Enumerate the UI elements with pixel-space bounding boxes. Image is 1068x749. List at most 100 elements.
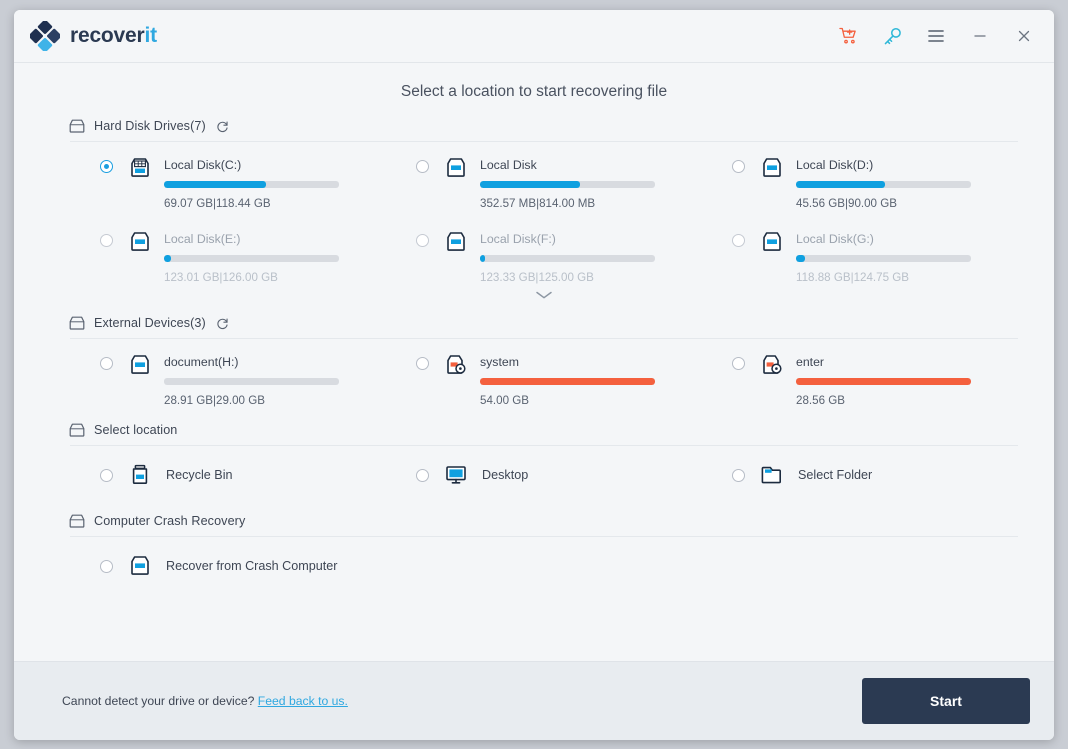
drive-icon <box>127 554 153 578</box>
recoverit-window: recoverit <box>14 10 1054 740</box>
feedback-link[interactable]: Feed back to us. <box>258 694 348 708</box>
expand-more-row <box>386 288 702 306</box>
brand-main: recover <box>70 24 145 47</box>
main-content: Select a location to start recovering fi… <box>14 63 1054 661</box>
section-title: Computer Crash Recovery <box>94 514 245 528</box>
folder-icon <box>759 463 785 487</box>
title-bar: recoverit <box>14 10 1054 63</box>
drive-usage-bar <box>164 255 339 262</box>
drive-radio[interactable] <box>732 160 745 173</box>
footer-help-text: Cannot detect your drive or device? Feed… <box>62 694 348 708</box>
drive-usage-fill <box>480 181 580 188</box>
drive-radio[interactable] <box>100 234 113 247</box>
drive-capacity: 69.07 GB|118.44 GB <box>164 197 386 210</box>
location-item-desktop[interactable]: Desktop <box>386 446 702 504</box>
drive-usage-fill <box>480 255 485 262</box>
device-radio[interactable] <box>732 357 745 370</box>
device-radio[interactable] <box>416 357 429 370</box>
drive-usage-fill <box>164 181 266 188</box>
drive-name: Local Disk <box>480 158 702 172</box>
device-usage-fill <box>796 378 971 385</box>
drive-icon <box>759 230 785 254</box>
device-item-enter[interactable]: enter 28.56 GB <box>702 339 1018 413</box>
minimize-icon[interactable] <box>968 24 992 48</box>
device-info: document(H:) 28.91 GB|29.00 GB <box>164 353 386 407</box>
drive-name: Local Disk(E:) <box>164 232 386 246</box>
hdd-icon <box>68 513 86 529</box>
footer-bar: Cannot detect your drive or device? Feed… <box>14 661 1054 740</box>
drive-item-local[interactable]: Local Disk 352.57 MB|814.00 MB <box>386 142 702 216</box>
drive-item-g[interactable]: Local Disk(G:) 118.88 GB|124.75 GB <box>702 216 1018 290</box>
device-name: document(H:) <box>164 355 386 369</box>
chevron-down-icon[interactable] <box>533 288 555 306</box>
menu-icon[interactable] <box>924 24 948 48</box>
device-name: system <box>480 355 702 369</box>
location-name: Desktop <box>482 468 528 482</box>
section-title: External Devices(3) <box>94 316 206 330</box>
device-capacity: 28.91 GB|29.00 GB <box>164 394 386 407</box>
drive-item-e[interactable]: Local Disk(E:) 123.01 GB|126.00 GB <box>70 216 386 290</box>
footer-question: Cannot detect your drive or device? <box>62 694 254 708</box>
drive-capacity: 123.01 GB|126.00 GB <box>164 271 386 284</box>
drive-radio[interactable] <box>732 234 745 247</box>
brand-accent: it <box>145 24 157 47</box>
drive-capacity: 123.33 GB|125.00 GB <box>480 271 702 284</box>
section-hard-disk-drives: Hard Disk Drives(7) <box>70 115 1018 312</box>
device-usage-bar <box>480 378 655 385</box>
app-logo: recoverit <box>22 21 157 51</box>
cart-icon[interactable] <box>836 24 860 48</box>
drive-info: Local Disk(F:) 123.33 GB|125.00 GB <box>480 230 702 284</box>
section-header: Hard Disk Drives(7) <box>68 115 1018 141</box>
page-title: Select a location to start recovering fi… <box>14 63 1054 115</box>
drive-usage-fill <box>796 181 885 188</box>
drive-info: Local Disk(D:) 45.56 GB|90.00 GB <box>796 156 1018 210</box>
titlebar-actions <box>836 24 1040 48</box>
device-usage-bar <box>796 378 971 385</box>
drive-item-c[interactable]: Local Disk(C:) 69.07 GB|118.44 GB <box>70 142 386 216</box>
device-info: enter 28.56 GB <box>796 353 1018 407</box>
drive-radio[interactable] <box>100 160 113 173</box>
drive-capacity: 45.56 GB|90.00 GB <box>796 197 1018 210</box>
refresh-icon[interactable] <box>216 317 229 330</box>
drive-usage-bar <box>480 181 655 188</box>
drive-name: Local Disk(F:) <box>480 232 702 246</box>
drive-info: Local Disk(C:) 69.07 GB|118.44 GB <box>164 156 386 210</box>
recoverit-diamond-icon <box>30 21 60 51</box>
crash-item-recover[interactable]: Recover from Crash Computer <box>70 537 386 595</box>
refresh-icon[interactable] <box>216 120 229 133</box>
drive-usage-bar <box>164 181 339 188</box>
close-icon[interactable] <box>1012 24 1036 48</box>
system-drive-icon <box>127 156 153 180</box>
crash-radio[interactable] <box>100 560 113 573</box>
drive-usage-fill <box>796 255 805 262</box>
start-button[interactable]: Start <box>862 678 1030 724</box>
location-radio[interactable] <box>100 469 113 482</box>
location-radio[interactable] <box>732 469 745 482</box>
drive-radio[interactable] <box>416 160 429 173</box>
device-info: system 54.00 GB <box>480 353 702 407</box>
crash-name: Recover from Crash Computer <box>166 559 337 573</box>
hdd-icon <box>68 422 86 438</box>
location-radio[interactable] <box>416 469 429 482</box>
drive-item-d[interactable]: Local Disk(D:) 45.56 GB|90.00 GB <box>702 142 1018 216</box>
external-disc-icon <box>443 353 469 377</box>
location-grid: Recycle Bin Desktop <box>70 446 1018 504</box>
section-header: External Devices(3) <box>68 312 1018 338</box>
section-crash-recovery: Computer Crash Recovery Recover from Cra… <box>70 510 1018 601</box>
device-usage-fill <box>480 378 655 385</box>
device-item-system[interactable]: system 54.00 GB <box>386 339 702 413</box>
key-icon[interactable] <box>880 24 904 48</box>
location-item-select-folder[interactable]: Select Folder <box>702 446 1018 504</box>
drive-name: Local Disk(D:) <box>796 158 1018 172</box>
drive-info: Local Disk(E:) 123.01 GB|126.00 GB <box>164 230 386 284</box>
device-item-document[interactable]: document(H:) 28.91 GB|29.00 GB <box>70 339 386 413</box>
drive-item-f[interactable]: Local Disk(F:) 123.33 GB|125.00 GB <box>386 216 702 290</box>
device-radio[interactable] <box>100 357 113 370</box>
drive-info: Local Disk 352.57 MB|814.00 MB <box>480 156 702 210</box>
drive-icon <box>127 353 153 377</box>
section-header: Computer Crash Recovery <box>68 510 1018 536</box>
location-item-recycle-bin[interactable]: Recycle Bin <box>70 446 386 504</box>
external-disc-icon <box>759 353 785 377</box>
drive-radio[interactable] <box>416 234 429 247</box>
drive-name: Local Disk(G:) <box>796 232 1018 246</box>
